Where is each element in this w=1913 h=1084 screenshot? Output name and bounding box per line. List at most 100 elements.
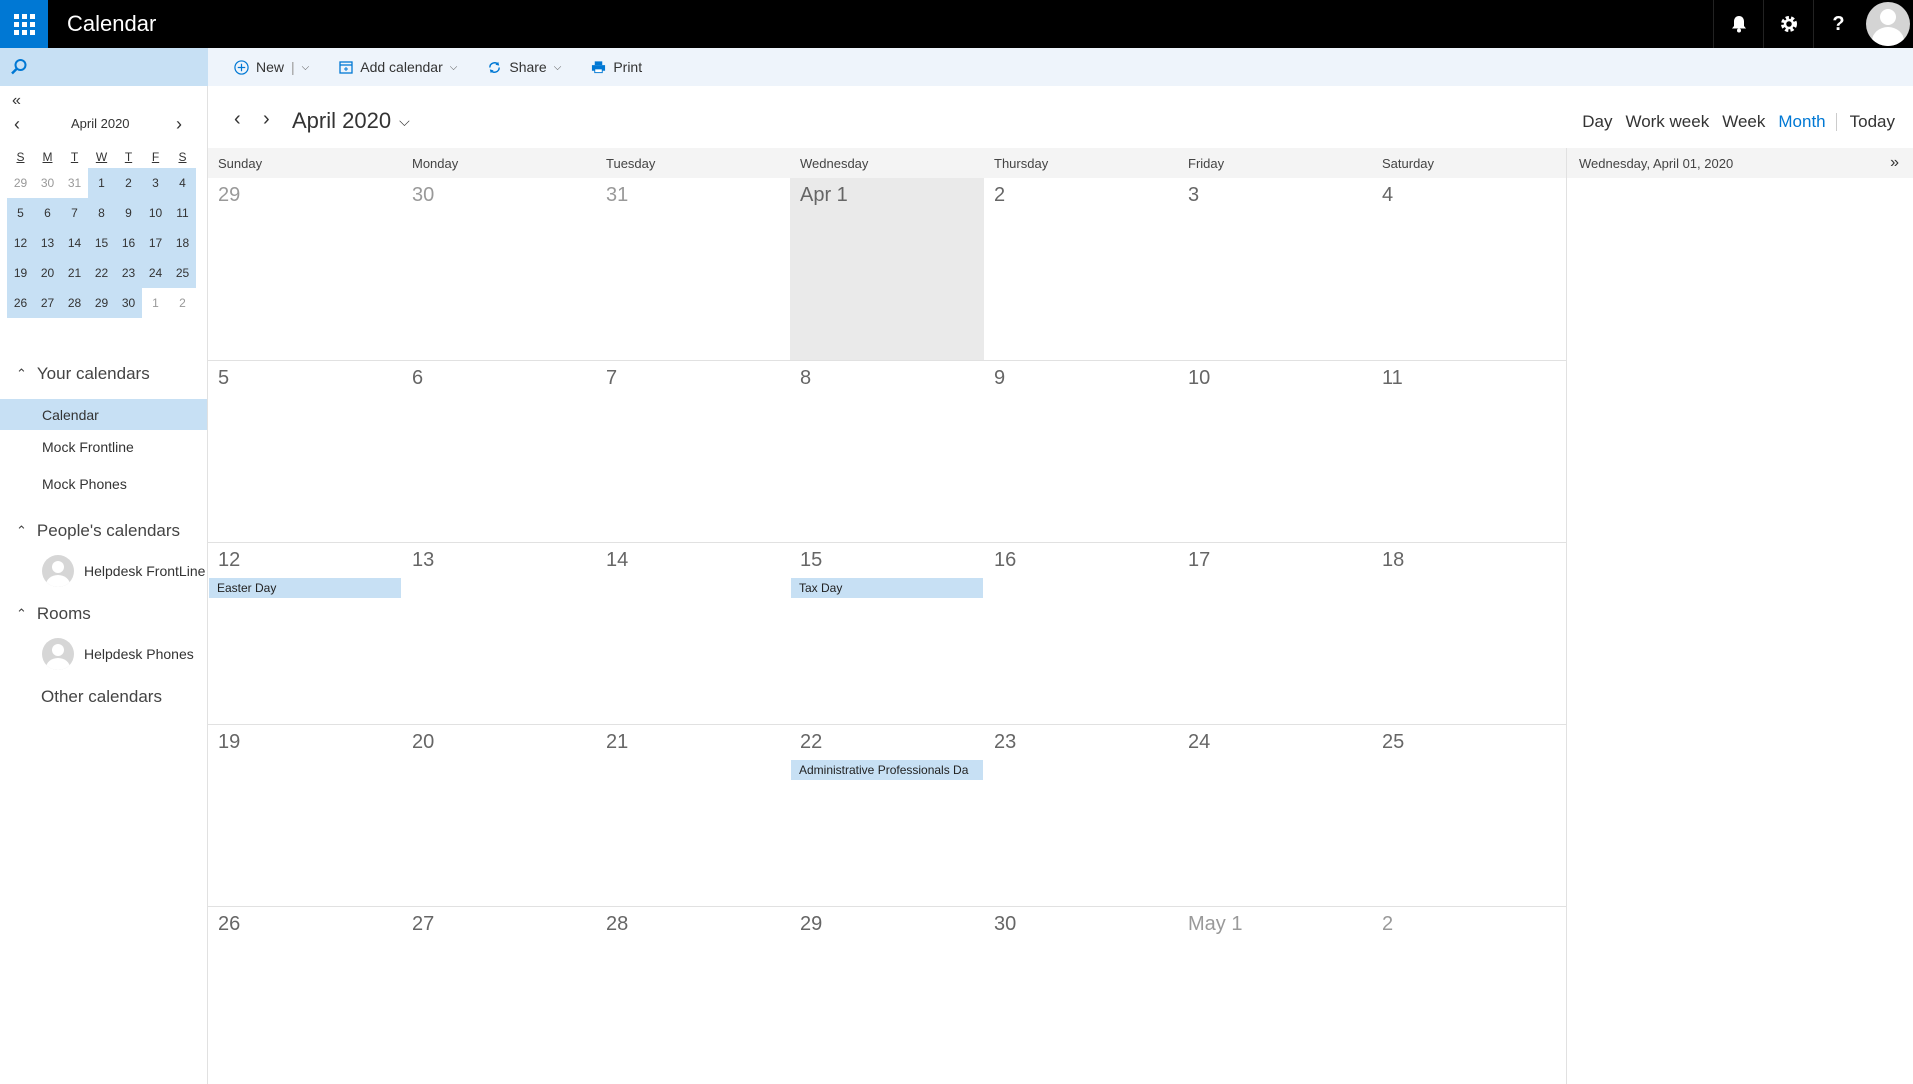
mini-day[interactable]: 29: [7, 168, 34, 198]
day-cell[interactable]: 18: [1372, 543, 1566, 724]
event-tax-day[interactable]: Tax Day: [791, 578, 983, 598]
mini-day[interactable]: 1: [142, 288, 169, 318]
people-item-helpdesk-frontline[interactable]: Helpdesk FrontLine: [42, 555, 205, 587]
day-cell[interactable]: 2: [1372, 907, 1566, 1084]
new-button[interactable]: New | ⌵: [234, 59, 309, 75]
day-cell[interactable]: 9: [984, 361, 1178, 542]
mini-day[interactable]: 11: [169, 198, 196, 228]
day-cell[interactable]: 24: [1178, 725, 1372, 906]
mini-day[interactable]: 22: [88, 258, 115, 288]
mini-day[interactable]: 23: [115, 258, 142, 288]
view-month-button[interactable]: Month: [1778, 112, 1825, 132]
mini-day[interactable]: 13: [34, 228, 61, 258]
day-cell[interactable]: 21: [596, 725, 790, 906]
day-cell[interactable]: 29: [208, 178, 402, 360]
mini-day[interactable]: 27: [34, 288, 61, 318]
day-cell[interactable]: 26: [208, 907, 402, 1084]
mini-day[interactable]: 17: [142, 228, 169, 258]
mini-day[interactable]: 21: [61, 258, 88, 288]
day-cell[interactable]: 23: [984, 725, 1178, 906]
mini-day[interactable]: 1: [88, 168, 115, 198]
mini-day[interactable]: 7: [61, 198, 88, 228]
mini-day[interactable]: 3: [142, 168, 169, 198]
mini-day[interactable]: 30: [115, 288, 142, 318]
day-cell[interactable]: 29: [790, 907, 984, 1084]
room-item-helpdesk-phones[interactable]: Helpdesk Phones: [42, 638, 194, 670]
day-cell[interactable]: 15 Tax Day: [790, 543, 984, 724]
mini-day[interactable]: 15: [88, 228, 115, 258]
day-cell[interactable]: 4: [1372, 178, 1566, 360]
mini-day[interactable]: 18: [169, 228, 196, 258]
mini-day[interactable]: 28: [61, 288, 88, 318]
expand-pane-icon[interactable]: »: [1890, 154, 1899, 172]
day-cell[interactable]: 28: [596, 907, 790, 1084]
chevron-right-icon[interactable]: ›: [176, 114, 182, 135]
mini-day[interactable]: 12: [7, 228, 34, 258]
day-cell-today[interactable]: Apr 1: [790, 178, 984, 360]
share-button[interactable]: Share ⌵: [487, 59, 561, 75]
mini-day[interactable]: 9: [115, 198, 142, 228]
mini-day[interactable]: 24: [142, 258, 169, 288]
day-cell[interactable]: 20: [402, 725, 596, 906]
view-day-button[interactable]: Day: [1582, 112, 1612, 132]
day-cell[interactable]: May 1: [1178, 907, 1372, 1084]
view-week-button[interactable]: Week: [1722, 112, 1765, 132]
mini-day[interactable]: 25: [169, 258, 196, 288]
calendar-item-mock-frontline[interactable]: Mock Frontline: [0, 431, 207, 462]
add-calendar-button[interactable]: Add calendar ⌵: [339, 59, 457, 75]
mini-day[interactable]: 2: [169, 288, 196, 318]
month-title-dropdown[interactable]: April 2020 ⌵: [292, 108, 410, 134]
mini-day[interactable]: 4: [169, 168, 196, 198]
mini-day[interactable]: 20: [34, 258, 61, 288]
day-cell[interactable]: 14: [596, 543, 790, 724]
mini-day[interactable]: 2: [115, 168, 142, 198]
notifications-button[interactable]: [1713, 0, 1763, 48]
mini-day[interactable]: 14: [61, 228, 88, 258]
peoples-calendars-header[interactable]: ⌃ People's calendars: [16, 521, 180, 541]
day-cell[interactable]: 22 Administrative Professionals Da: [790, 725, 984, 906]
mini-day[interactable]: 16: [115, 228, 142, 258]
view-work-week-button[interactable]: Work week: [1625, 112, 1709, 132]
day-cell[interactable]: 30: [402, 178, 596, 360]
day-cell[interactable]: 16: [984, 543, 1178, 724]
day-cell[interactable]: 31: [596, 178, 790, 360]
event-administrative-professionals-day[interactable]: Administrative Professionals Da: [791, 760, 983, 780]
mini-day[interactable]: 8: [88, 198, 115, 228]
mini-day[interactable]: 10: [142, 198, 169, 228]
calendar-item-calendar[interactable]: Calendar: [0, 399, 207, 430]
day-cell[interactable]: 25: [1372, 725, 1566, 906]
day-cell[interactable]: 7: [596, 361, 790, 542]
day-cell[interactable]: 12 Easter Day: [208, 543, 402, 724]
event-easter-day[interactable]: Easter Day: [209, 578, 401, 598]
chevron-left-icon[interactable]: ‹: [14, 114, 20, 135]
day-cell[interactable]: 5: [208, 361, 402, 542]
calendar-item-mock-phones[interactable]: Mock Phones: [0, 468, 207, 499]
day-cell[interactable]: 6: [402, 361, 596, 542]
today-button[interactable]: Today: [1850, 112, 1895, 132]
day-cell[interactable]: 17: [1178, 543, 1372, 724]
day-cell[interactable]: 8: [790, 361, 984, 542]
day-cell[interactable]: 13: [402, 543, 596, 724]
mini-day[interactable]: 5: [7, 198, 34, 228]
day-cell[interactable]: 10: [1178, 361, 1372, 542]
collapse-pane-icon[interactable]: «: [12, 92, 21, 110]
settings-button[interactable]: [1763, 0, 1813, 48]
your-calendars-header[interactable]: ⌃ Your calendars: [16, 364, 150, 384]
search-bar[interactable]: [0, 48, 208, 86]
mini-day[interactable]: 30: [34, 168, 61, 198]
previous-month-icon[interactable]: ‹: [234, 108, 241, 131]
chevron-down-icon[interactable]: ⌵: [302, 62, 310, 73]
day-cell[interactable]: 19: [208, 725, 402, 906]
other-calendars-link[interactable]: Other calendars: [41, 687, 162, 707]
day-cell[interactable]: 3: [1178, 178, 1372, 360]
mini-day[interactable]: 31: [61, 168, 88, 198]
day-cell[interactable]: 11: [1372, 361, 1566, 542]
mini-day[interactable]: 19: [7, 258, 34, 288]
mini-day[interactable]: 26: [7, 288, 34, 318]
day-cell[interactable]: 27: [402, 907, 596, 1084]
day-cell[interactable]: 30: [984, 907, 1178, 1084]
help-button[interactable]: ?: [1813, 0, 1863, 48]
account-button[interactable]: [1863, 0, 1913, 48]
app-launcher-button[interactable]: [0, 0, 48, 48]
next-month-icon[interactable]: ›: [263, 108, 270, 131]
